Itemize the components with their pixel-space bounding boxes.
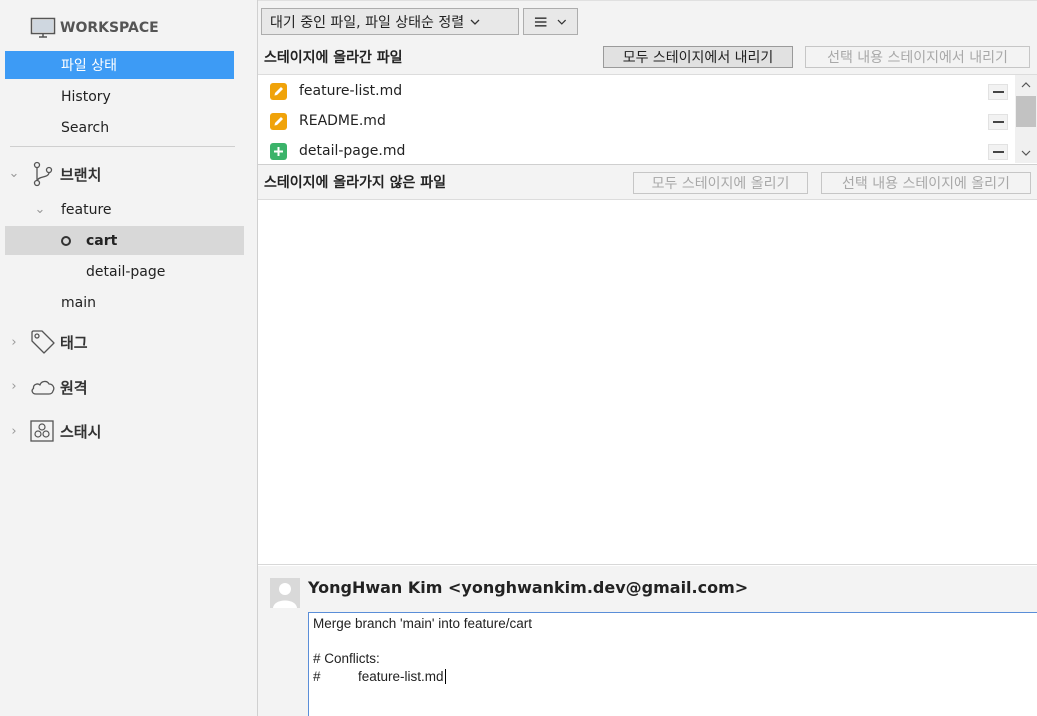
list-icon [534, 16, 547, 27]
minus-icon [992, 151, 1004, 153]
tag-icon [31, 330, 55, 354]
chevron-down-icon [557, 19, 567, 25]
file-name: detail-page.md [299, 143, 406, 159]
commit-message-line: # feature-list.md [313, 669, 1034, 687]
branch-label: cart [86, 232, 118, 249]
staged-files-list: feature-list.md README.md detail-page.md [258, 75, 1037, 163]
branch-item-main[interactable]: main [61, 289, 96, 317]
unstaged-files-list [258, 201, 1037, 565]
staged-scrollbar[interactable] [1015, 75, 1037, 163]
scrollbar-thumb[interactable] [1016, 96, 1036, 127]
chevron-right-icon[interactable]: › [7, 424, 21, 439]
commit-message-line: Merge branch 'main' into feature/cart [313, 616, 533, 631]
commit-message-text: # feature-list.md [313, 668, 444, 684]
staged-files-header: 스테이지에 올라간 파일 모두 스테이지에서 내리기 선택 내용 스테이지에서 … [258, 39, 1037, 75]
chevron-down-icon[interactable]: ⌄ [33, 202, 47, 217]
branch-icon [33, 161, 53, 187]
workspace-header: WORKSPACE [30, 14, 159, 42]
staged-file-row[interactable]: detail-page.md [258, 136, 1013, 163]
chevron-down-icon [470, 19, 480, 25]
tags-label: 태그 [60, 333, 88, 352]
staged-files-title: 스테이지에 올라간 파일 [264, 49, 403, 66]
sidebar-section-branches[interactable]: 브랜치 [30, 160, 101, 188]
stashes-label: 스태시 [60, 422, 102, 441]
text-caret [444, 669, 446, 685]
modified-icon [270, 83, 287, 100]
sidebar-section-remotes[interactable]: 원격 [30, 373, 88, 401]
sidebar: WORKSPACE 파일 상태 History Search ⌄ 브랜치 ⌄ f… [0, 0, 258, 716]
branch-item-cart[interactable]: cart [5, 226, 244, 255]
commit-message-input[interactable]: Merge branch 'main' into feature/cart # … [308, 612, 1037, 716]
scroll-up-icon[interactable] [1015, 77, 1037, 93]
unstaged-files-title: 스테이지에 올라가지 않은 파일 [264, 175, 447, 191]
chevron-down-icon[interactable]: ⌄ [7, 166, 21, 181]
view-mode-dropdown[interactable]: 대기 중인 파일, 파일 상태순 정렬 [261, 8, 519, 35]
sidebar-item-label: Search [61, 120, 110, 136]
workspace-title: WORKSPACE [60, 20, 159, 36]
sidebar-item-history[interactable]: History [61, 83, 111, 111]
branch-folder-feature[interactable]: feature [61, 196, 112, 224]
view-mode-label: 대기 중인 파일, 파일 상태순 정렬 [270, 14, 465, 31]
avatar [270, 578, 300, 608]
branch-folder-label: feature [61, 202, 112, 218]
chevron-right-icon[interactable]: › [7, 335, 21, 350]
branch-item-detail-page[interactable]: detail-page [86, 258, 165, 286]
sidebar-item-file-status[interactable]: 파일 상태 [5, 51, 234, 79]
commit-message-line: # Conflicts: [313, 651, 380, 666]
file-name: README.md [299, 113, 386, 129]
sidebar-item-label: 파일 상태 [61, 58, 117, 74]
unstage-file-button[interactable] [988, 114, 1008, 130]
scroll-down-icon[interactable] [1015, 145, 1037, 161]
cloud-icon [31, 380, 55, 395]
stage-selected-button[interactable]: 선택 내용 스테이지에 올리기 [821, 172, 1031, 194]
remotes-label: 원격 [60, 378, 88, 397]
current-branch-icon [61, 235, 71, 246]
sidebar-section-stashes[interactable]: 스태시 [30, 417, 101, 445]
staged-file-row[interactable]: README.md [258, 106, 1013, 136]
chevron-right-icon[interactable]: › [7, 379, 21, 394]
commit-message-line [313, 634, 1034, 652]
sidebar-item-label: History [61, 89, 111, 105]
stage-all-button[interactable]: 모두 스테이지에 올리기 [633, 172, 808, 194]
unstage-selected-button[interactable]: 선택 내용 스테이지에서 내리기 [805, 46, 1030, 68]
list-mode-dropdown[interactable] [523, 8, 578, 35]
file-name: feature-list.md [299, 83, 403, 99]
minus-icon [992, 91, 1004, 93]
sidebar-section-tags[interactable]: 태그 [30, 328, 88, 356]
commit-area: YongHwan Kim <yonghwankim.dev@gmail.com>… [258, 566, 1037, 716]
staged-file-row[interactable]: feature-list.md [258, 76, 1013, 106]
added-icon [270, 143, 287, 160]
unstage-file-button[interactable] [988, 84, 1008, 100]
toolbar: 대기 중인 파일, 파일 상태순 정렬 [258, 0, 1037, 40]
unstage-all-button[interactable]: 모두 스테이지에서 내리기 [603, 46, 793, 68]
sidebar-item-search[interactable]: Search [61, 114, 109, 142]
branch-label: main [61, 295, 96, 311]
branches-label: 브랜치 [60, 165, 102, 184]
unstage-file-button[interactable] [988, 144, 1008, 160]
minus-icon [992, 121, 1004, 123]
unstaged-files-header: 스테이지에 올라가지 않은 파일 모두 스테이지에 올리기 선택 내용 스테이지… [258, 164, 1037, 200]
sidebar-divider [10, 146, 235, 147]
branch-label: detail-page [86, 264, 166, 280]
main-panel: 대기 중인 파일, 파일 상태순 정렬 스테이지에 올라간 파일 모두 스테이지… [258, 0, 1037, 716]
commit-author: YongHwan Kim <yonghwankim.dev@gmail.com> [308, 578, 749, 597]
monitor-icon [30, 17, 56, 38]
stash-icon [30, 420, 54, 442]
modified-icon [270, 113, 287, 130]
